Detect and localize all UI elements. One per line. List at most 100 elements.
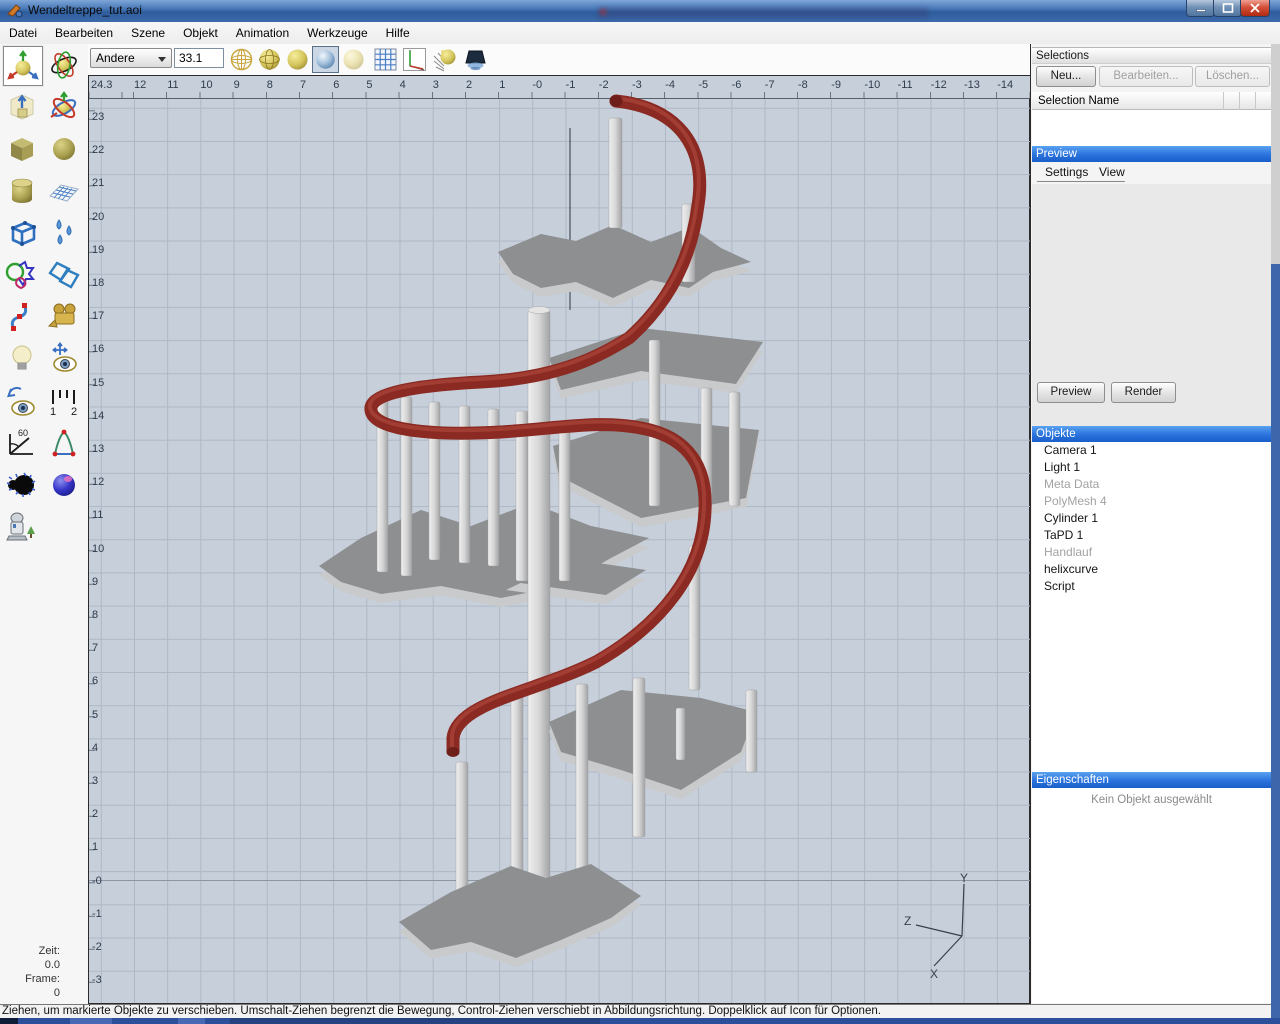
right-panel: Selections Neu... Bearbeiten... Löschen.… [1030,44,1271,1004]
close-button[interactable] [1240,0,1270,17]
preview-button[interactable]: Preview [1037,382,1105,403]
tool-create-light[interactable] [3,340,43,380]
central-column-cap [527,306,551,314]
tool-create-sphere[interactable] [45,130,85,170]
resize-object-icon [10,94,34,120]
view-mode-select[interactable]: Andere [90,48,172,68]
selections-list[interactable] [1032,110,1271,146]
tube-icon [48,261,80,289]
render-preview-icon[interactable] [432,46,459,73]
staircase-scene: Y Z X [319,94,968,981]
selections-header: Selections [1032,47,1271,64]
grid-size-input[interactable] [174,48,224,68]
window-title: Wendeltreppe_tut.aoi [28,3,142,17]
tool-pan-view[interactable] [45,340,85,380]
polygon-icon [52,429,76,457]
post [558,423,571,582]
maximize-button[interactable] [1213,0,1242,17]
grid-toggle-icon[interactable] [372,46,399,73]
taskbar-segment [178,1018,205,1024]
coordinate-axes-icon[interactable] [401,46,428,73]
tool-move-object[interactable] [3,46,43,86]
menu-werkzeuge[interactable]: Werkzeuge [298,22,376,44]
scene-viewport[interactable]: 24.3 12 11 10 9 8 7 6 5 4 3 2 1 -0 -1 -2 -3 -4 -5 -6 -7 -8 -9-… [88,76,1030,1004]
post [608,117,623,229]
preview-header: Preview [1032,146,1271,162]
menu-bar: Datei Bearbeiten Szene Objekt Animation … [0,22,1280,45]
close-icon [1250,3,1260,13]
menu-objekt[interactable]: Objekt [174,22,227,44]
object-row[interactable]: TaPD 1 [1032,527,1271,544]
fluid-drops-icon [56,219,72,245]
cube-icon [11,138,33,161]
tool-create-fluid-drops[interactable] [45,214,85,254]
tool-boolean-modelling[interactable] [3,256,43,296]
light-bulb-icon [12,345,32,370]
tool-scripted-object[interactable] [3,508,43,548]
tool-create-cube[interactable] [3,130,43,170]
menu-datei[interactable]: Datei [0,22,46,44]
tab-settings[interactable]: Settings [1039,163,1094,181]
background-window-dot [600,9,606,15]
chevron-down-icon [158,57,166,62]
tool-resize-object[interactable] [3,88,43,128]
tool-create-camera[interactable] [45,298,85,338]
menu-bearbeiten[interactable]: Bearbeiten [46,22,122,44]
object-row[interactable]: Cylinder 1 [1032,510,1271,527]
taskbar-sliver [0,1018,1280,1024]
bearbeiten-button[interactable]: Bearbeiten... [1099,66,1193,87]
platform-mid-left [319,503,649,607]
status-bar: Ziehen, um markierte Objekte zu verschie… [0,1004,1271,1018]
object-row[interactable]: Script [1032,578,1271,595]
wireframe-display-icon[interactable] [228,46,255,73]
taskbar-segment [70,1018,112,1024]
object-row[interactable]: Meta Data [1032,476,1271,493]
tool-fractal[interactable] [3,466,43,506]
tool-rotate-view-axes[interactable] [45,88,85,128]
menu-hilfe[interactable]: Hilfe [377,22,419,44]
tool-create-tube[interactable] [45,256,85,296]
tool-create-polymesh[interactable] [3,214,43,254]
time-label: Zeit: [38,945,60,957]
axis-x-label: X [930,967,938,981]
tool-create-cylinder[interactable] [3,172,43,212]
post [648,339,661,507]
tool-create-spline-mesh[interactable] [45,172,85,212]
neu-button[interactable]: Neu... [1036,66,1096,87]
post [675,707,686,761]
title-bar: Wendeltreppe_tut.aoi [0,0,1280,22]
tab-view[interactable]: View [1093,163,1131,181]
no-object-selected-text: Kein Objekt ausgewählt [1091,794,1212,806]
cylinder-icon [11,178,33,203]
taskbar-segment [230,1018,600,1024]
tool-rotate-object[interactable] [45,46,85,86]
app-icon [7,4,23,18]
menu-animation[interactable]: Animation [227,22,298,44]
tool-create-curve[interactable] [3,298,43,338]
tool-texture-ball[interactable] [45,466,85,506]
tool-rotate-view[interactable] [3,382,43,422]
selection-name-column-header[interactable]: Selection Name [1032,92,1271,110]
tool-create-polygon[interactable] [45,424,85,464]
minimize-button[interactable] [1186,0,1215,17]
object-row[interactable]: helixcurve [1032,561,1271,578]
background-window-sliver-blue [1271,264,1280,1018]
properties-area: Kein Objekt ausgewählt [1032,788,1271,1003]
menu-szene[interactable]: Szene [122,22,174,44]
scripted-object-icon [6,512,35,541]
tool-measure[interactable]: 1 2 [45,382,85,422]
smooth-display-icon[interactable] [284,46,311,73]
tool-protractor[interactable]: 60 [3,424,43,464]
object-row[interactable]: Camera 1 [1032,442,1271,459]
time-value: 0.0 [44,959,60,971]
object-row[interactable]: Handlauf [1032,544,1271,561]
textured-display-icon[interactable] [312,46,339,73]
scene-lamp-icon[interactable] [462,46,489,73]
mesh-display-icon[interactable] [256,46,283,73]
flat-display-icon[interactable] [340,46,367,73]
render-button[interactable]: Render [1111,382,1176,403]
frame-value: 0 [53,987,60,999]
loeschen-button[interactable]: Löschen... [1195,66,1270,87]
object-row[interactable]: Light 1 [1032,459,1271,476]
object-row[interactable]: PolyMesh 4 [1032,493,1271,510]
